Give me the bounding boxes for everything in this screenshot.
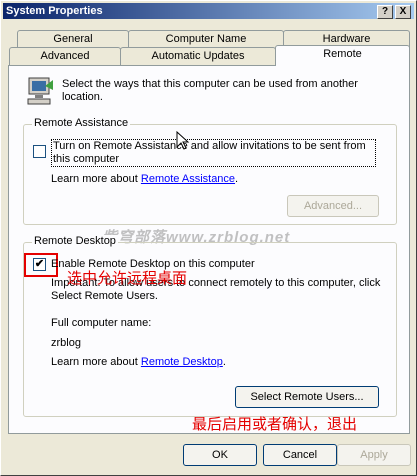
- title-bar[interactable]: System Properties ? X: [3, 3, 414, 19]
- help-button[interactable]: ?: [377, 5, 393, 19]
- remote-desktop-legend: Remote Desktop: [32, 235, 118, 247]
- tab-advanced[interactable]: Advanced: [9, 47, 121, 66]
- learn-more-suffix: .: [235, 173, 239, 185]
- remote-assistance-checkbox-label[interactable]: Turn on Remote Assistance and allow invi…: [51, 139, 376, 167]
- tab-automatic-updates[interactable]: Automatic Updates: [120, 47, 276, 66]
- system-properties-window: System Properties ? X General Computer N…: [0, 0, 417, 476]
- advanced-button[interactable]: Advanced...: [287, 195, 379, 217]
- cancel-button[interactable]: Cancel: [263, 444, 337, 466]
- remote-assistance-group: Remote Assistance Turn on Remote Assista…: [23, 117, 397, 225]
- remote-tab-panel: Select the ways that this computer can b…: [8, 65, 410, 434]
- remote-desktop-learn-more: Learn more about Remote Desktop.: [51, 356, 226, 369]
- computer-name-value: zrblog: [51, 337, 81, 349]
- mouse-cursor-icon: [176, 131, 190, 150]
- close-button[interactable]: X: [395, 5, 411, 19]
- intro-text: Select the ways that this computer can b…: [62, 78, 358, 103]
- learn-more-prefix: Learn more about: [51, 356, 141, 368]
- select-remote-users-button[interactable]: Select Remote Users...: [235, 386, 379, 408]
- apply-button[interactable]: Apply: [337, 444, 411, 466]
- learn-more-suffix: .: [222, 356, 226, 368]
- remote-assistance-learn-more: Learn more about Remote Assistance.: [51, 173, 238, 186]
- remote-desktop-link[interactable]: Remote Desktop: [141, 356, 223, 368]
- remote-assistance-link[interactable]: Remote Assistance: [141, 173, 235, 185]
- remote-computer-icon: [27, 77, 53, 105]
- remote-desktop-checkbox[interactable]: ✔: [33, 258, 46, 271]
- tab-remote[interactable]: Remote: [275, 45, 410, 66]
- bottom-annotation: 最后启用或者确认，退出: [192, 415, 358, 433]
- remote-assistance-checkbox[interactable]: [33, 145, 46, 158]
- ok-button[interactable]: OK: [183, 444, 257, 466]
- check-annotation: 选中允许远程桌面: [67, 269, 188, 287]
- full-computer-name-label: Full computer name:: [51, 317, 152, 329]
- window-title: System Properties: [6, 5, 103, 17]
- learn-more-prefix: Learn more about: [51, 173, 141, 185]
- remote-assistance-legend: Remote Assistance: [32, 117, 131, 129]
